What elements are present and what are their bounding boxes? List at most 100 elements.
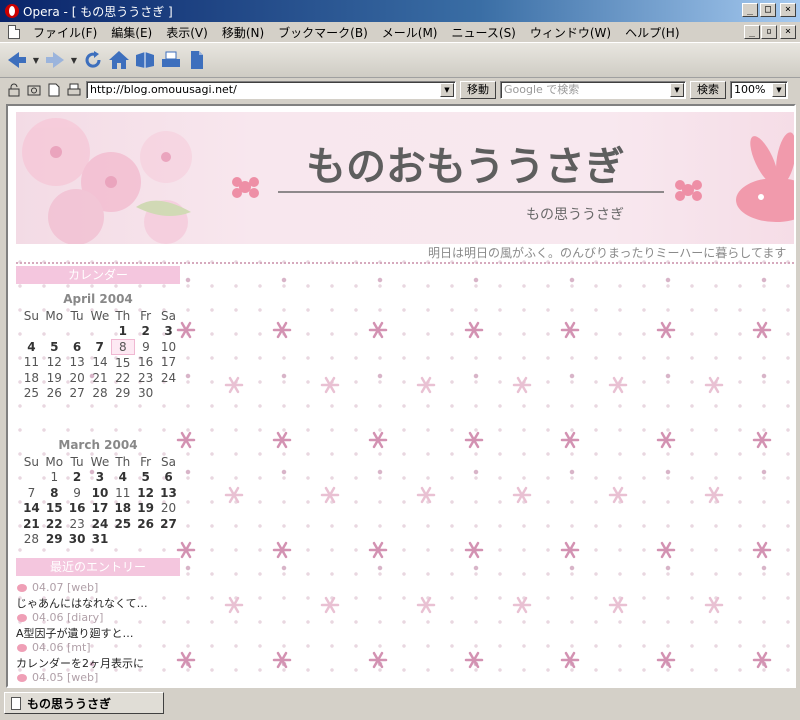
asterisk-flower-icon xyxy=(176,431,196,449)
calendar-day[interactable]: 4 xyxy=(20,339,43,355)
menu-mail[interactable]: メール(M) xyxy=(375,24,445,41)
calendar-day[interactable]: 29 xyxy=(43,532,66,548)
calendar-day[interactable]: 3 xyxy=(157,324,180,340)
user-mode-button[interactable] xyxy=(66,82,82,98)
back-button[interactable] xyxy=(6,49,28,71)
asterisk-flower-icon xyxy=(656,541,676,559)
menu-edit[interactable]: 編集(E) xyxy=(104,24,159,41)
calendar-day[interactable]: 15 xyxy=(43,501,66,517)
calendar-day: 30 xyxy=(138,386,154,401)
calendar-day[interactable]: 31 xyxy=(89,532,112,548)
calendar-day[interactable]: 18 xyxy=(111,501,134,517)
calendar-day[interactable]: 10 xyxy=(89,485,112,501)
doc-restore-button[interactable]: ▫ xyxy=(761,25,777,39)
asterisk-flower-icon xyxy=(464,651,484,669)
list-item[interactable]: 04.06 [mt] カレンダーを2ヶ月表示に xyxy=(16,640,188,670)
cherry-blossom-image xyxy=(22,118,192,245)
calendar-day: 9 xyxy=(142,339,150,354)
calendar-day[interactable]: 8 xyxy=(43,485,66,501)
print-button[interactable] xyxy=(160,49,182,71)
status-bar: もの思ううさぎ xyxy=(0,688,800,720)
cookie-button[interactable] xyxy=(26,82,42,98)
calendar-day[interactable]: 17 xyxy=(89,501,112,517)
calendar-day: 11 xyxy=(115,485,131,500)
calendar-day[interactable]: 30 xyxy=(66,532,89,548)
document-icon xyxy=(8,25,20,39)
calendar-day[interactable]: 2 xyxy=(134,324,157,340)
asterisk-flower-icon xyxy=(224,376,244,394)
search-input[interactable]: Google で検索 ▼ xyxy=(500,81,686,99)
minimize-button[interactable]: _ xyxy=(742,3,758,17)
search-engine-dropdown[interactable]: ▼ xyxy=(670,83,684,97)
lock-icon xyxy=(8,83,20,97)
menu-file[interactable]: ファイル(F) xyxy=(26,24,104,41)
calendar-day: 17 xyxy=(160,355,177,370)
zoom-dropdown-button[interactable]: ▼ xyxy=(772,83,786,97)
calendar-day[interactable]: 25 xyxy=(111,516,134,532)
calendar-day[interactable]: 7 xyxy=(89,339,112,355)
document-window-controls: _ ▫ × xyxy=(744,25,796,39)
list-item[interactable]: 04.05 [web] xyxy=(16,670,188,685)
page-info-button[interactable] xyxy=(46,82,62,98)
calendar-week-row: 28 29 30 31 xyxy=(20,532,180,548)
home-button[interactable] xyxy=(108,49,130,71)
entry-title-link[interactable]: A型因子が遺り廻すと… xyxy=(16,625,188,640)
calendar-day[interactable]: 2 xyxy=(66,470,89,486)
calendar-day[interactable]: 27 xyxy=(157,516,180,532)
search-button[interactable]: 検索 xyxy=(690,81,726,99)
menu-view[interactable]: 表示(V) xyxy=(159,24,215,41)
asterisk-flower-icon xyxy=(320,376,340,394)
asterisk-flower-icon xyxy=(512,376,532,394)
menu-bookmarks[interactable]: ブックマーク(B) xyxy=(271,24,375,41)
menu-news[interactable]: ニュース(S) xyxy=(444,24,522,41)
menu-navigation[interactable]: 移動(N) xyxy=(215,24,271,41)
go-button[interactable]: 移動 xyxy=(460,81,496,99)
calendar-weekday-row: Su Mo Tu We Th Fr Sa xyxy=(20,308,180,324)
forward-button[interactable] xyxy=(44,49,66,71)
calendar-day[interactable]: 5 xyxy=(134,470,157,486)
page-viewport[interactable]: ものおもううさぎ もの思ううさぎ 明日は明日の風がふく。のんびりまったりミーハー… xyxy=(6,104,796,688)
calendar-day[interactable]: 6 xyxy=(157,470,180,486)
calendar-day[interactable]: 5 xyxy=(43,339,66,355)
menu-window[interactable]: ウィンドウ(W) xyxy=(523,24,618,41)
banner-title: ものおもううさぎ xyxy=(306,143,625,190)
entry-title-link[interactable]: カレンダーを2ヶ月表示に xyxy=(16,655,188,670)
doc-minimize-button[interactable]: _ xyxy=(744,25,760,39)
reload-button[interactable] xyxy=(82,49,104,71)
maximize-button[interactable]: □ xyxy=(760,3,776,17)
zoom-select[interactable]: 100% ▼ xyxy=(730,81,788,99)
calendar-day[interactable]: 14 xyxy=(20,501,43,517)
entry-title-link[interactable]: じゃあんにはなれなくて… xyxy=(16,595,188,610)
doc-close-button[interactable]: × xyxy=(780,25,796,39)
page-tab[interactable]: もの思ううさぎ xyxy=(4,692,164,714)
calendar-day[interactable]: 24 xyxy=(89,516,112,532)
new-page-button[interactable] xyxy=(186,49,208,71)
calendar-day[interactable]: 13 xyxy=(157,485,180,501)
hotlist-button[interactable] xyxy=(134,49,156,71)
list-item[interactable]: 04.07 [web] じゃあんにはなれなくて… xyxy=(16,580,188,610)
calendar-day[interactable]: 3 xyxy=(89,470,112,486)
close-button[interactable]: × xyxy=(780,3,796,17)
calendar-day[interactable]: 19 xyxy=(134,501,157,517)
menu-bar: ファイル(F) 編集(E) 表示(V) 移動(N) ブックマーク(B) メール(… xyxy=(0,22,800,42)
asterisk-flower-icon xyxy=(512,486,532,504)
list-item[interactable]: 04.06 [diary] A型因子が遺り廻すと… xyxy=(16,610,188,640)
security-lock-button[interactable] xyxy=(6,82,22,98)
address-input[interactable]: http://blog.omouusagi.net/ ▼ xyxy=(86,81,456,99)
calendar-day: 25 xyxy=(23,386,40,401)
forward-history-dropdown[interactable]: ▼ xyxy=(70,49,78,71)
back-history-dropdown[interactable]: ▼ xyxy=(32,49,40,71)
menu-help[interactable]: ヘルプ(H) xyxy=(618,24,686,41)
blog-banner[interactable]: ものおもううさぎ もの思ううさぎ xyxy=(16,112,794,245)
calendar-march-2004: March 2004 Su Mo Tu We Th Fr Sa 1 2 3 4 5 6 7 8 9 10 11 12… xyxy=(16,438,180,547)
calendar-day[interactable]: 1 xyxy=(111,324,134,340)
address-dropdown-button[interactable]: ▼ xyxy=(440,83,454,97)
calendar-day[interactable]: 4 xyxy=(111,470,134,486)
calendar-day[interactable]: 21 xyxy=(20,516,43,532)
calendar-day[interactable]: 26 xyxy=(134,516,157,532)
calendar-day[interactable]: 16 xyxy=(66,501,89,517)
calendar-day[interactable]: 12 xyxy=(134,485,157,501)
calendar-day[interactable]: 22 xyxy=(43,516,66,532)
calendar-day[interactable]: 6 xyxy=(66,339,89,355)
calendar-week-row: 11 12 13 14 15 16 17 xyxy=(20,355,180,371)
